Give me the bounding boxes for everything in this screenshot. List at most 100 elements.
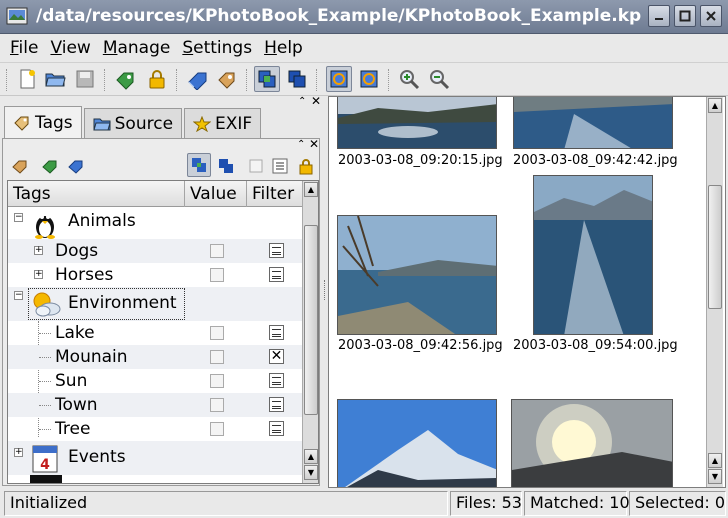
menu-manage[interactable]: Manage [97, 38, 177, 58]
lake-photo-image [514, 97, 672, 148]
table-header: Tags Value Filter [8, 181, 302, 207]
tags-toolbar [3, 153, 319, 179]
auto-refresh-icon [330, 70, 348, 88]
scroll-up-arrow[interactable]: ▲ [304, 449, 318, 464]
tag-row[interactable]: Lake [8, 321, 302, 345]
menu-bar: File View Manage Settings Help [0, 35, 728, 61]
value-checkbox[interactable] [210, 268, 224, 282]
filter-toggle[interactable] [269, 267, 284, 282]
open-button[interactable] [42, 66, 68, 92]
collapse-icon[interactable]: − [14, 213, 23, 222]
or-operator-icon [219, 159, 233, 173]
tag-row[interactable]: + Dogs [8, 239, 302, 263]
scroll-thumb[interactable] [708, 185, 722, 309]
toolbar-separator [104, 69, 106, 91]
tags-scrollbar[interactable]: ▲ ▲ ▼ [302, 181, 318, 483]
value-checkbox[interactable] [210, 398, 224, 412]
filter-lines-button[interactable] [267, 153, 293, 179]
maximize-button[interactable] [674, 5, 696, 27]
value-checkbox[interactable] [210, 244, 224, 258]
add-tag-button-small[interactable] [37, 153, 63, 179]
filter-toggle[interactable] [269, 397, 284, 412]
tag-row[interactable]: Mounain ✕ [8, 345, 302, 369]
photo-thumbnail[interactable] [337, 399, 497, 487]
tag-row[interactable]: − Environment [8, 287, 302, 321]
expand-icon[interactable]: + [34, 270, 43, 279]
menu-file[interactable]: File [4, 38, 44, 58]
column-header-value[interactable]: Value [185, 181, 247, 207]
expand-icon[interactable]: + [34, 246, 43, 255]
tag-row[interactable]: Sun [8, 369, 302, 393]
expand-icon[interactable]: + [14, 448, 23, 457]
star-icon [193, 115, 212, 132]
scroll-down-arrow[interactable]: ▼ [708, 469, 722, 484]
column-header-filter[interactable]: Filter [247, 181, 302, 207]
and-operator-button[interactable] [254, 66, 280, 92]
menu-help[interactable]: Help [258, 38, 309, 58]
filter-toggle[interactable] [269, 243, 284, 258]
filter-toggle[interactable] [269, 373, 284, 388]
tab-source[interactable]: Source [83, 108, 183, 138]
filter-toggle[interactable] [269, 421, 284, 436]
panel-close-button[interactable]: ✕ [309, 138, 319, 150]
scroll-up-arrow[interactable]: ▲ [304, 182, 318, 197]
auto-refresh-button[interactable] [326, 66, 352, 92]
tux-penguin-icon [35, 215, 55, 239]
tag-row[interactable]: + 4 Events [8, 441, 302, 475]
panel-undock-button[interactable]: ⌃ [297, 140, 305, 150]
or-button-small[interactable] [213, 153, 239, 179]
refresh-button[interactable] [356, 66, 382, 92]
save-icon [76, 70, 94, 88]
window-title: /data/resources/KPhotoBook_Example/KPhot… [36, 6, 642, 26]
tag-blue-button-small[interactable] [63, 153, 89, 179]
new-button[interactable] [14, 66, 40, 92]
tag-row[interactable]: Town [8, 393, 302, 417]
edit-tag-button[interactable] [7, 153, 33, 179]
collapse-icon[interactable]: − [14, 291, 23, 300]
value-checkbox[interactable] [210, 326, 224, 340]
add-tag-button[interactable] [112, 66, 138, 92]
zoom-in-button[interactable] [396, 66, 422, 92]
menu-settings[interactable]: Settings [176, 38, 258, 58]
mountain-photo-image [338, 400, 496, 487]
filter-lines-icon [272, 400, 281, 409]
save-button[interactable] [72, 66, 98, 92]
and-button-small[interactable] [187, 153, 211, 177]
scroll-down-arrow[interactable]: ▼ [304, 465, 318, 480]
tag-blue-button[interactable] [184, 66, 210, 92]
menu-view[interactable]: View [44, 38, 96, 58]
photo-thumbnail[interactable] [513, 97, 673, 149]
photo-thumbnail[interactable] [337, 215, 497, 335]
tag-row[interactable]: + Horses [8, 263, 302, 287]
thumbnail-scrollbar[interactable]: ▲ ▲ ▼ [706, 97, 723, 487]
tag-row[interactable]: − Animals [8, 209, 302, 241]
value-checkbox[interactable] [210, 422, 224, 436]
close-dock-button[interactable]: ✕ [311, 95, 321, 107]
status-bar: Initialized Files: 53 Matched: 10 Select… [0, 489, 728, 518]
lock-button[interactable] [144, 66, 170, 92]
tab-tags[interactable]: Tags [4, 106, 82, 138]
photo-thumbnail[interactable] [511, 399, 673, 487]
value-checkbox[interactable] [210, 374, 224, 388]
photo-thumbnail[interactable] [337, 97, 497, 149]
tag-row[interactable]: Tree [8, 417, 302, 441]
app-icon[interactable] [6, 5, 28, 27]
zoom-out-button[interactable] [426, 66, 452, 92]
value-checkbox[interactable] [210, 350, 224, 364]
deselect-filter-button[interactable] [243, 153, 269, 179]
lock-tags-button[interactable] [293, 153, 319, 179]
undock-button[interactable]: ⌃ [298, 97, 306, 107]
or-operator-button[interactable] [284, 66, 310, 92]
filter-toggle[interactable] [269, 325, 284, 340]
tag-edit-button[interactable] [214, 66, 240, 92]
scroll-up-arrow[interactable]: ▲ [708, 453, 722, 468]
close-button[interactable] [700, 5, 722, 27]
column-header-tags[interactable]: Tags [8, 181, 185, 207]
photo-thumbnail[interactable] [533, 175, 653, 335]
minimize-button[interactable] [648, 5, 670, 27]
filter-toggle[interactable]: ✕ [269, 349, 284, 364]
scroll-thumb[interactable] [304, 225, 318, 415]
toolbar-handle[interactable] [6, 69, 8, 91]
tab-exif[interactable]: EXIF [184, 108, 262, 138]
scroll-up-arrow[interactable]: ▲ [708, 98, 722, 113]
